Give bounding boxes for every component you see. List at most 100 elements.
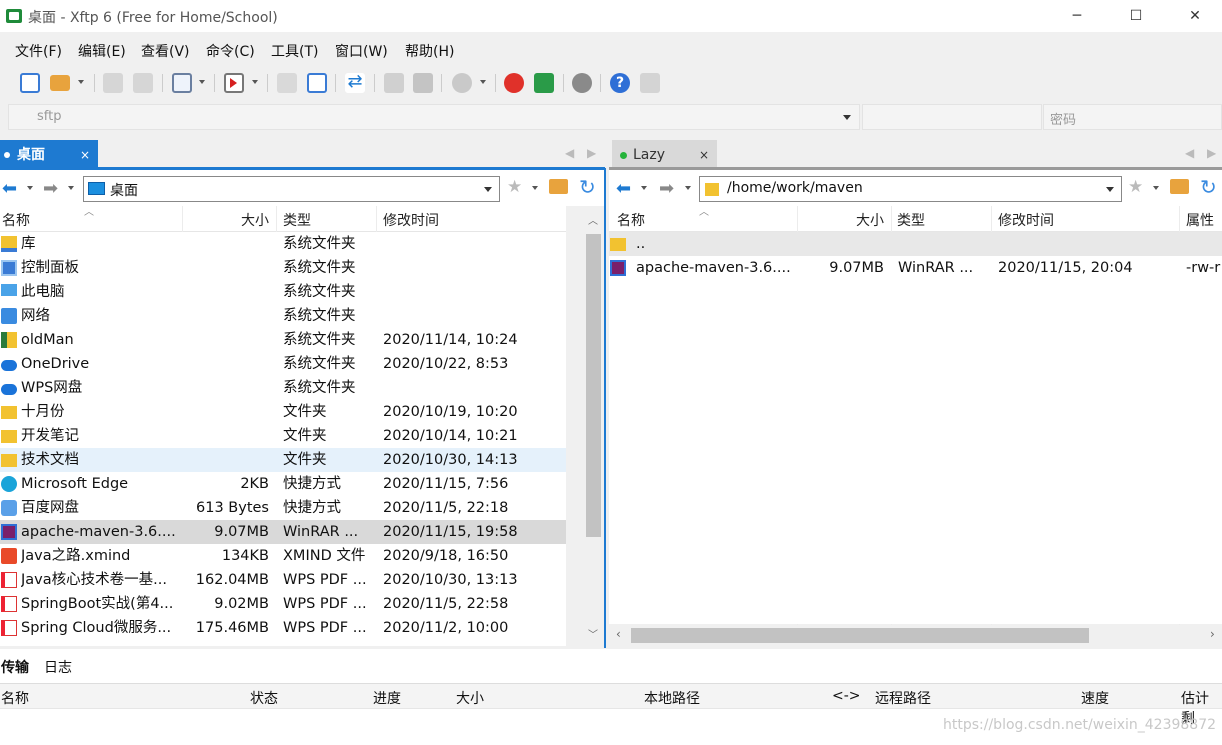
tab-scroll-left-icon[interactable]: ◀ (565, 146, 574, 160)
maximize-button[interactable]: ☐ (1107, 0, 1165, 32)
file-row[interactable]: Java核心技术卷一基... 162.04MB WPS PDF ... 2020/10… (0, 568, 566, 592)
sync-arrows-icon[interactable]: ⇄ (345, 73, 365, 93)
back-arrow-icon[interactable]: ⬅ (2, 178, 17, 199)
col-type[interactable]: 类型 (283, 210, 311, 230)
file-row[interactable]: 开发笔记 文件夹 2020/10/14, 10:21 (0, 424, 566, 448)
forward-arrow-icon[interactable]: ➡ (659, 178, 674, 199)
menu-edit[interactable]: 编辑(E) (78, 41, 126, 61)
copy-icon[interactable] (384, 73, 404, 93)
chevron-down-icon[interactable] (27, 186, 33, 190)
tcol-name[interactable]: 名称 (1, 688, 29, 708)
menu-window[interactable]: 窗口(W) (335, 41, 388, 61)
scroll-right-icon[interactable]: › (1210, 627, 1215, 641)
menu-tools[interactable]: 工具(T) (271, 41, 318, 61)
file-row[interactable]: Microsoft Edge 2KB 快捷方式 2020/11/15, 7:56 (0, 472, 566, 496)
menu-help[interactable]: 帮助(H) (405, 41, 454, 61)
chevron-down-icon[interactable] (480, 80, 486, 84)
new-session-icon[interactable] (20, 73, 40, 93)
tcol-direction[interactable]: <-> (832, 688, 861, 704)
file-row[interactable]: 网络 系统文件夹 (0, 304, 566, 328)
chevron-down-icon[interactable] (68, 186, 74, 190)
menu-file[interactable]: 文件(F) (15, 41, 62, 61)
tcol-size[interactable]: 大小 (456, 688, 484, 708)
col-name[interactable]: 名称 (2, 210, 30, 230)
back-arrow-icon[interactable]: ⬅ (616, 178, 631, 199)
forward-arrow-icon[interactable]: ➡ (43, 178, 58, 199)
file-row[interactable]: WPS网盘 系统文件夹 (0, 376, 566, 400)
remote-path-input[interactable]: /home/work/maven (699, 176, 1122, 202)
scroll-thumb[interactable] (586, 234, 601, 537)
file-row[interactable]: 库 系统文件夹 (0, 232, 566, 256)
tab-transfer[interactable]: 传输 (1, 657, 29, 677)
file-row[interactable]: .. (609, 232, 1222, 256)
xftp-icon[interactable] (534, 73, 554, 93)
chevron-down-icon[interactable] (843, 115, 851, 120)
file-row[interactable]: 百度网盘 613 Bytes 快捷方式 2020/11/5, 22:18 (0, 496, 566, 520)
tab-close-icon[interactable]: × (699, 140, 709, 170)
menu-command[interactable]: 命令(C) (206, 41, 255, 61)
disconnect-icon[interactable] (133, 73, 153, 93)
bookmark-star-icon[interactable]: ★ (507, 177, 522, 197)
refresh-icon[interactable]: ↻ (579, 175, 596, 199)
col-mtime[interactable]: 修改时间 (998, 210, 1054, 230)
chat-icon[interactable] (640, 73, 660, 93)
scroll-left-icon[interactable]: ‹ (616, 627, 621, 641)
file-row[interactable]: 技术文档 文件夹 2020/10/30, 14:13 (0, 448, 566, 472)
file-row[interactable]: OneDrive 系统文件夹 2020/10/22, 8:53 (0, 352, 566, 376)
file-row[interactable]: Spring Cloud微服务... 175.46MB WPS PDF ... 202… (0, 616, 566, 640)
menu-view[interactable]: 查看(V) (141, 41, 190, 61)
file-row[interactable]: apache-maven-3.6.... 9.07MB WinRAR ... 2020… (609, 256, 1222, 280)
home-folder-icon[interactable] (549, 179, 568, 194)
scroll-thumb[interactable] (631, 628, 1089, 643)
tab-log[interactable]: 日志 (44, 657, 72, 677)
password-input[interactable]: 密码 (1043, 104, 1222, 130)
tcol-remote-path[interactable]: 远程路径 (875, 688, 931, 708)
username-input[interactable] (862, 104, 1042, 130)
file-row[interactable]: oldMan 系统文件夹 2020/11/14, 10:24 (0, 328, 566, 352)
minimize-button[interactable]: ─ (1048, 0, 1106, 32)
tab-scroll-right-icon[interactable]: ▶ (587, 146, 596, 160)
close-button[interactable]: ✕ (1166, 0, 1222, 32)
document-icon[interactable] (277, 73, 297, 93)
file-row[interactable]: 此电脑 系统文件夹 (0, 280, 566, 304)
scroll-up-icon[interactable]: ︿ (588, 212, 598, 227)
tab-remote-lazy[interactable]: Lazy × (612, 140, 717, 170)
tab-local-desktop[interactable]: 桌面 × (0, 140, 98, 170)
chevron-down-icon[interactable] (532, 186, 538, 190)
file-row[interactable]: apache-maven-3.6.... 9.07MB WinRAR ... 2020… (0, 520, 566, 544)
home-folder-icon[interactable] (1170, 179, 1189, 194)
connect-icon[interactable] (103, 73, 123, 93)
left-scrollbar[interactable]: ︿ ﹀ (583, 206, 604, 646)
terminal-icon[interactable] (224, 73, 244, 93)
xshell-icon[interactable] (504, 73, 524, 93)
paste-icon[interactable] (413, 73, 433, 93)
transfer-file-icon[interactable] (307, 73, 327, 93)
tcol-progress[interactable]: 进度 (373, 688, 401, 708)
host-input[interactable]: sftp (8, 104, 860, 130)
file-row[interactable]: Java之路.xmind 134KB XMIND 文件 2020/9/18, 16:5… (0, 544, 566, 568)
col-type[interactable]: 类型 (897, 210, 925, 230)
chevron-down-icon[interactable] (1153, 186, 1159, 190)
file-row[interactable]: 控制面板 系统文件夹 (0, 256, 566, 280)
chevron-down-icon[interactable] (484, 187, 492, 192)
chevron-down-icon[interactable] (78, 80, 84, 84)
chevron-down-icon[interactable] (252, 80, 258, 84)
tcol-status[interactable]: 状态 (250, 688, 278, 708)
scroll-down-icon[interactable]: ﹀ (588, 626, 598, 641)
help-icon[interactable]: ? (610, 73, 630, 93)
bookmark-star-icon[interactable]: ★ (1128, 177, 1143, 197)
col-size[interactable]: 大小 (856, 210, 884, 230)
file-row[interactable]: 十月份 文件夹 2020/10/19, 10:20 (0, 400, 566, 424)
open-folder-icon[interactable] (50, 75, 70, 91)
col-size[interactable]: 大小 (241, 210, 269, 230)
tcol-local-path[interactable]: 本地路径 (644, 688, 700, 708)
tcol-speed[interactable]: 速度 (1081, 688, 1109, 708)
col-name[interactable]: 名称 (617, 210, 645, 230)
local-path-input[interactable]: 桌面 (83, 176, 500, 202)
chevron-down-icon[interactable] (1106, 187, 1114, 192)
file-row[interactable]: SpringBoot实战(第4... 9.02MB WPS PDF ... 2020/… (0, 592, 566, 616)
refresh-icon[interactable]: ↻ (1200, 175, 1217, 199)
properties-icon[interactable] (172, 73, 192, 93)
col-mtime[interactable]: 修改时间 (383, 210, 439, 230)
chevron-down-icon[interactable] (199, 80, 205, 84)
